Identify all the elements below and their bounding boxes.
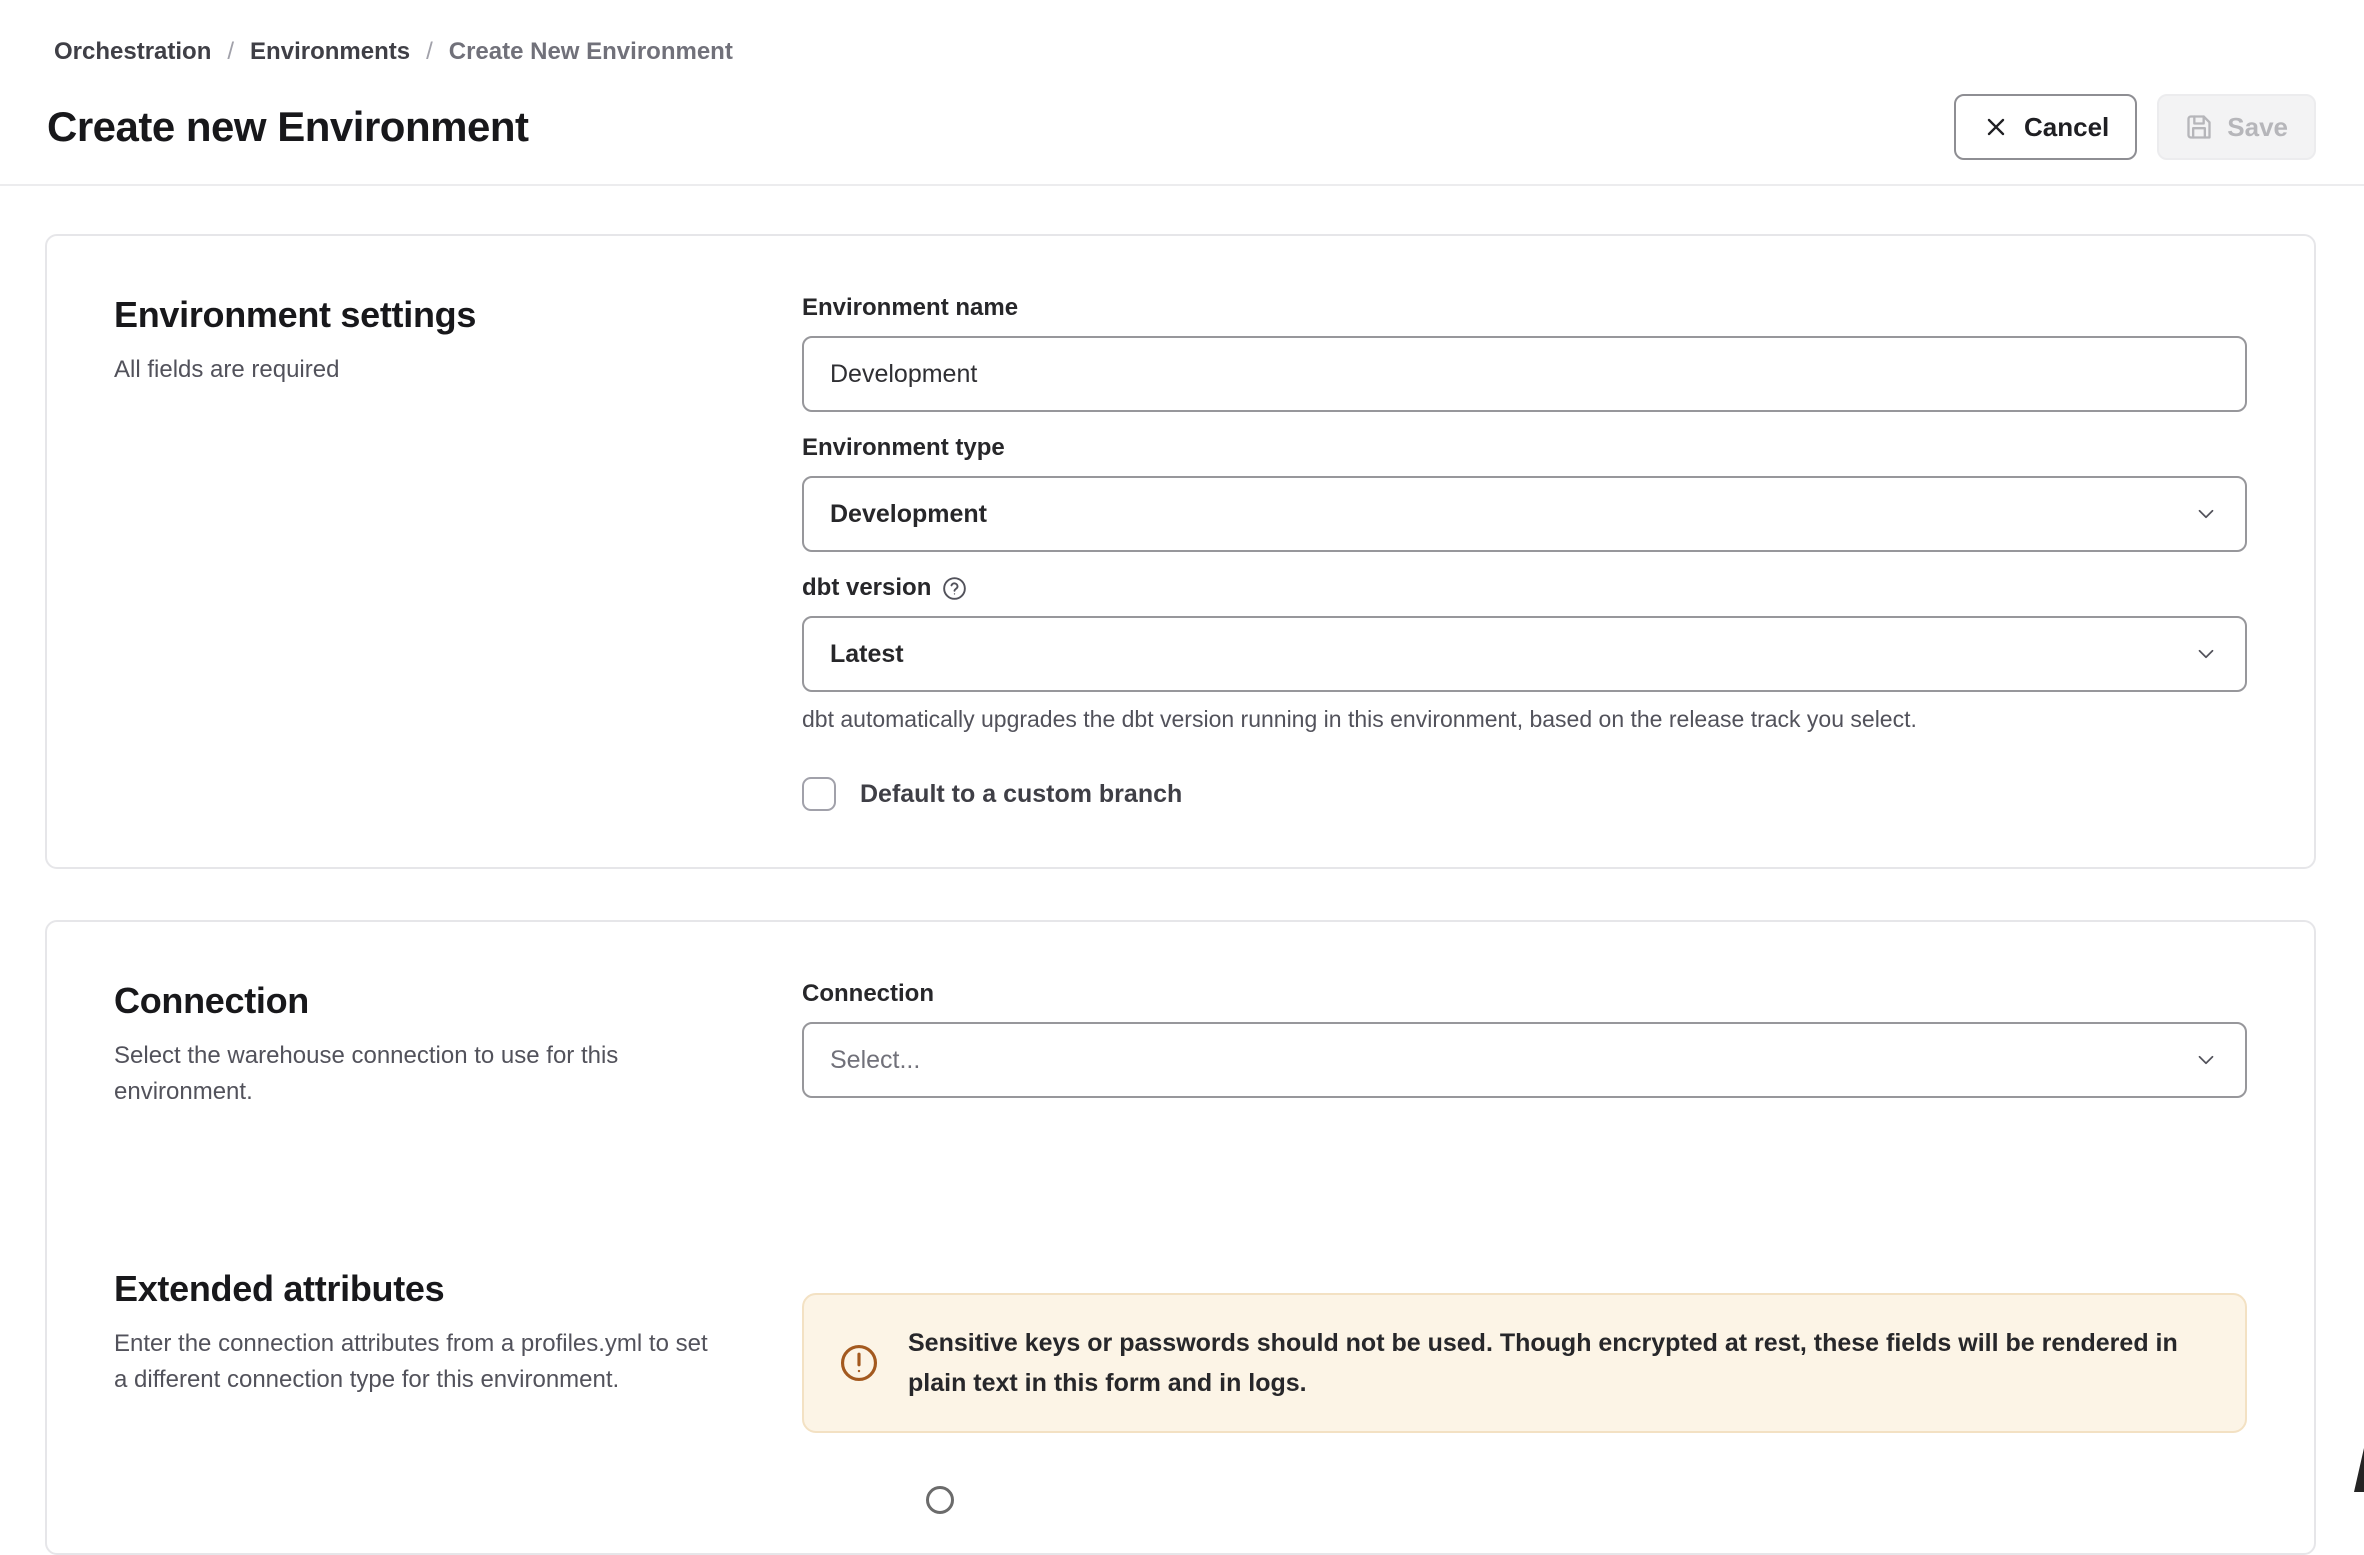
environment-name-input[interactable] bbox=[802, 336, 2247, 412]
connection-select[interactable]: Select... bbox=[802, 1022, 2247, 1098]
environment-settings-card: Environment settings All fields are requ… bbox=[45, 234, 2316, 869]
save-button-label: Save bbox=[2227, 112, 2288, 143]
connection-card: Connection Select the warehouse connecti… bbox=[45, 920, 2316, 1555]
extended-attributes-heading: Extended attributes bbox=[114, 1268, 734, 1310]
create-environment-page: Orchestration / Environments / Create Ne… bbox=[0, 0, 2364, 1555]
custom-branch-label: Default to a custom branch bbox=[860, 780, 1182, 809]
environment-settings-subheading: All fields are required bbox=[114, 352, 714, 388]
environment-type-value: Development bbox=[830, 500, 987, 529]
breadcrumb-separator: / bbox=[227, 38, 234, 66]
chevron-down-icon bbox=[2193, 501, 2219, 527]
cancel-button[interactable]: Cancel bbox=[1954, 94, 2137, 160]
chevron-down-icon bbox=[2193, 641, 2219, 667]
x-icon bbox=[1982, 113, 2010, 141]
page-header: Create new Environment Cancel Save bbox=[47, 94, 2316, 160]
chevron-down-icon bbox=[2193, 1047, 2219, 1073]
environment-type-field: Environment type Development bbox=[802, 434, 2247, 552]
save-button[interactable]: Save bbox=[2157, 94, 2316, 160]
breadcrumb-current-page: Create New Environment bbox=[449, 38, 733, 66]
floppy-disk-icon bbox=[2185, 113, 2213, 141]
custom-branch-row: Default to a custom branch bbox=[802, 777, 2247, 811]
extended-attributes-section: Extended attributes Enter the connection… bbox=[114, 1268, 2247, 1433]
sensitive-keys-warning-banner: Sensitive keys or passwords should not b… bbox=[802, 1293, 2247, 1433]
environment-type-select[interactable]: Development bbox=[802, 476, 2247, 552]
environment-name-field: Environment name bbox=[802, 294, 2247, 412]
dbt-version-help-text: dbt automatically upgrades the dbt versi… bbox=[802, 706, 2247, 733]
connection-field: Connection Select... bbox=[802, 980, 2247, 1098]
extended-attributes-description: Enter the connection attributes from a p… bbox=[114, 1326, 714, 1398]
breadcrumb: Orchestration / Environments / Create Ne… bbox=[54, 38, 2316, 66]
breadcrumb-separator: / bbox=[426, 38, 433, 66]
environment-name-label: Environment name bbox=[802, 294, 2247, 322]
cancel-button-label: Cancel bbox=[2024, 112, 2109, 143]
header-divider bbox=[0, 184, 2364, 186]
connection-section: Connection Select the warehouse connecti… bbox=[114, 980, 2247, 1120]
connection-label: Connection bbox=[802, 980, 2247, 1008]
dbt-version-value: Latest bbox=[830, 640, 904, 669]
breadcrumb-environments[interactable]: Environments bbox=[250, 38, 410, 66]
question-circle-icon[interactable] bbox=[941, 575, 968, 602]
page-title: Create new Environment bbox=[47, 103, 528, 151]
clipped-icon-below-fold bbox=[926, 1486, 954, 1514]
alert-circle-icon bbox=[838, 1342, 880, 1384]
dbt-version-label-text: dbt version bbox=[802, 574, 931, 602]
warning-message: Sensitive keys or passwords should not b… bbox=[908, 1323, 2211, 1403]
custom-branch-checkbox[interactable] bbox=[802, 777, 836, 811]
dbt-version-label: dbt version bbox=[802, 574, 2247, 602]
dbt-version-field: dbt version Latest bbox=[802, 574, 2247, 733]
connection-heading: Connection bbox=[114, 980, 734, 1022]
header-actions: Cancel Save bbox=[1954, 94, 2316, 160]
connection-description: Select the warehouse connection to use f… bbox=[114, 1038, 714, 1110]
environment-settings-heading: Environment settings bbox=[114, 294, 734, 336]
connection-placeholder: Select... bbox=[830, 1046, 920, 1075]
breadcrumb-orchestration[interactable]: Orchestration bbox=[54, 38, 211, 66]
environment-type-label: Environment type bbox=[802, 434, 2247, 462]
dbt-version-select[interactable]: Latest bbox=[802, 616, 2247, 692]
